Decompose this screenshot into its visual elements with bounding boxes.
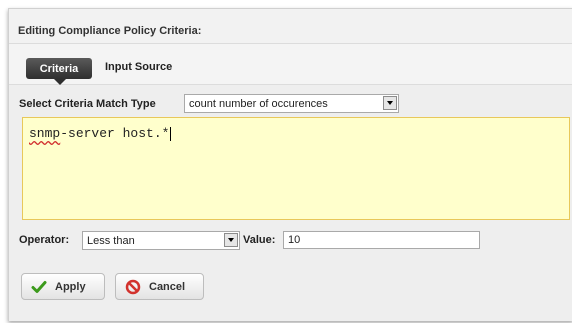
value-input[interactable]: 10 xyxy=(283,231,480,249)
tab-input-source[interactable]: Input Source xyxy=(105,61,172,73)
apply-label: Apply xyxy=(55,280,86,293)
no-entry-icon xyxy=(125,279,141,295)
operator-select[interactable]: Less than xyxy=(82,231,240,250)
criteria-expression-textarea[interactable]: snmp-server host.* xyxy=(22,117,570,220)
operator-label: Operator: xyxy=(19,234,70,246)
match-type-label: Select Criteria Match Type xyxy=(19,98,156,110)
checkmark-icon xyxy=(31,279,47,295)
dialog-title: Editing Compliance Policy Criteria: xyxy=(18,25,202,37)
apply-button[interactable]: Apply xyxy=(21,273,105,300)
text-caret xyxy=(170,126,172,141)
misspelled-word: snmp xyxy=(29,126,61,141)
cancel-button[interactable]: Cancel xyxy=(115,273,204,300)
tab-criteria[interactable]: Criteria xyxy=(26,58,92,85)
expression-text: -server host.* xyxy=(60,126,170,141)
value-label: Value: xyxy=(243,234,276,246)
tab-criteria-label: Criteria xyxy=(39,62,79,75)
tab-bar: Criteria Input Source xyxy=(9,44,572,85)
match-type-value: count number of occurences xyxy=(189,98,328,110)
match-type-select[interactable]: count number of occurences xyxy=(184,94,399,113)
operator-value: Less than xyxy=(87,235,135,247)
tab-input-source-label: Input Source xyxy=(105,61,173,73)
chevron-down-icon[interactable] xyxy=(224,233,238,247)
cancel-label: Cancel xyxy=(149,280,186,293)
dialog-header: Editing Compliance Policy Criteria: xyxy=(9,9,572,44)
chevron-down-icon[interactable] xyxy=(383,96,397,110)
compliance-criteria-dialog: Editing Compliance Policy Criteria: Crit… xyxy=(8,8,572,321)
